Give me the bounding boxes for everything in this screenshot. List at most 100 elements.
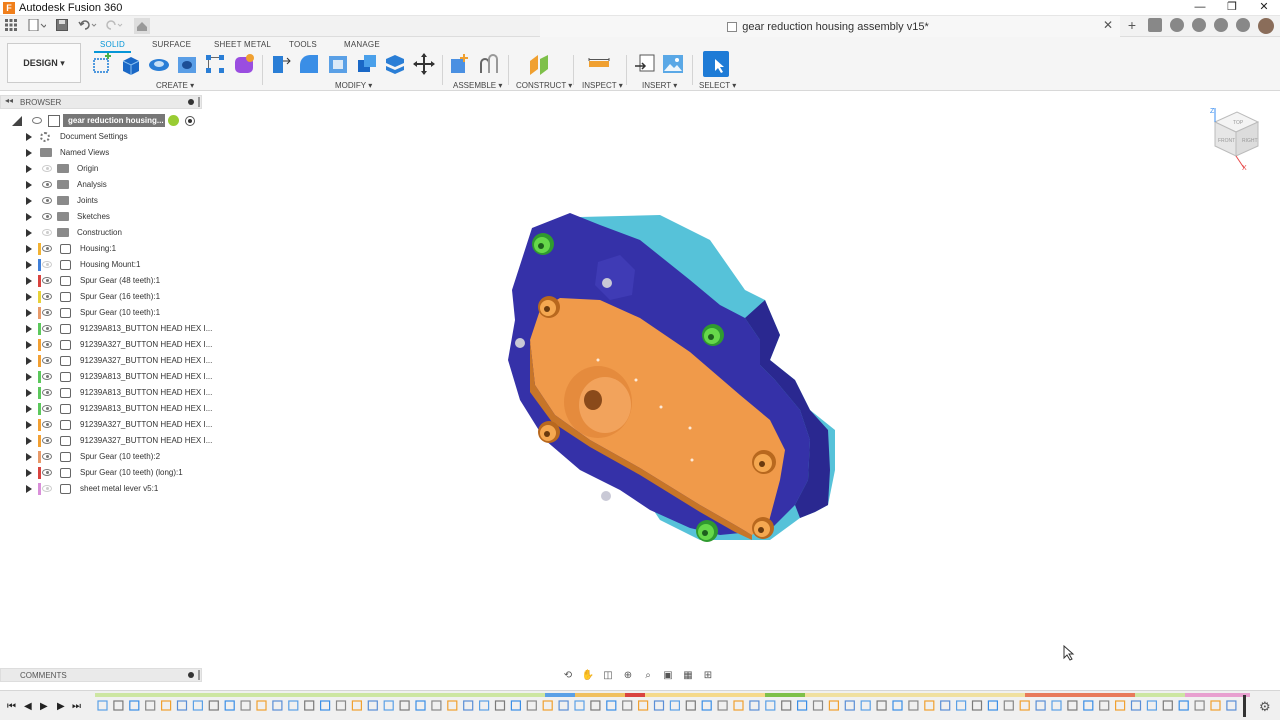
browser-tree-item[interactable]: Analysis <box>0 177 202 193</box>
expand-arrow-icon[interactable] <box>26 213 32 221</box>
timeline-feature-icon[interactable] <box>1099 700 1110 711</box>
browser-tree-item[interactable]: Spur Gear (10 teeth):2 <box>0 449 202 465</box>
measure-icon[interactable] <box>588 53 610 75</box>
visibility-eye-icon[interactable] <box>42 421 52 428</box>
timeline-feature-icon[interactable] <box>176 700 188 711</box>
timeline-feature-icon[interactable] <box>908 700 919 711</box>
browser-tree-item[interactable]: Spur Gear (48 teeth):1 <box>0 273 202 289</box>
browser-root-item[interactable]: gear reduction housing... <box>0 113 202 129</box>
expand-arrow-icon[interactable] <box>26 485 32 493</box>
expand-arrow-icon[interactable] <box>26 405 32 413</box>
browser-tree-item[interactable]: Joints <box>0 193 202 209</box>
visibility-eye-icon[interactable] <box>32 117 42 124</box>
timeline-feature-icon[interactable] <box>526 700 537 711</box>
browser-pin-icon[interactable] <box>188 99 194 105</box>
viewports-icon[interactable]: ⊞ <box>700 670 716 682</box>
split-body-icon[interactable] <box>384 53 406 75</box>
timeline-feature-icon[interactable] <box>351 700 362 711</box>
timeline-feature-icon[interactable] <box>1146 700 1158 711</box>
press-pull-icon[interactable] <box>270 53 292 75</box>
visibility-eye-icon[interactable] <box>42 277 52 284</box>
extrude-icon[interactable] <box>119 53 141 75</box>
create-sketch-icon[interactable] <box>91 53 113 75</box>
viewcube[interactable]: TOP FRONT RIGHT Z X <box>1200 104 1270 174</box>
close-tab-button[interactable]: ✕ <box>1103 18 1113 32</box>
timeline-feature-icon[interactable] <box>494 700 506 711</box>
visibility-eye-icon[interactable] <box>42 373 52 380</box>
expand-arrow-icon[interactable] <box>26 437 32 445</box>
timeline-feature-icon[interactable] <box>1210 700 1221 711</box>
timeline-feature-icon[interactable] <box>431 700 442 711</box>
browser-tree-item[interactable]: Document Settings <box>0 129 202 145</box>
timeline-feature-icon[interactable] <box>765 700 776 711</box>
browser-tree-item[interactable]: 91239A813_BUTTON HEAD HEX I... <box>0 321 212 337</box>
timeline-feature-icon[interactable] <box>987 700 999 711</box>
modify-group-label[interactable]: MODIFY ▾ <box>335 81 372 90</box>
browser-tree-item[interactable]: Named Views <box>0 145 202 161</box>
expand-arrow-icon[interactable] <box>26 229 32 237</box>
home-icon[interactable] <box>134 18 150 34</box>
timeline-feature-icon[interactable] <box>224 700 235 711</box>
expand-arrow-icon[interactable] <box>26 277 32 285</box>
inspect-group-label[interactable]: INSPECT ▾ <box>582 81 623 90</box>
screw-green-1[interactable] <box>532 233 554 255</box>
timeline-feature-icon[interactable] <box>828 700 840 711</box>
minimize-button[interactable]: — <box>1184 0 1216 16</box>
browser-tree-item[interactable]: Spur Gear (10 teeth) (long):1 <box>0 465 202 481</box>
timeline-play-button[interactable]: ▶ <box>40 701 48 712</box>
job-status-icon[interactable] <box>1170 18 1184 32</box>
visibility-eye-icon[interactable] <box>42 341 52 348</box>
browser-tree-item[interactable]: Housing:1 <box>0 241 202 257</box>
pattern-icon[interactable] <box>204 53 226 75</box>
timeline-feature-icon[interactable] <box>924 700 935 711</box>
timeline-feature-icon[interactable] <box>574 700 585 711</box>
restore-button[interactable]: ❐ <box>1216 0 1248 16</box>
browser-tree-item[interactable]: Spur Gear (16 teeth):1 <box>0 289 202 305</box>
visibility-eye-icon[interactable] <box>42 165 52 172</box>
workspace-switcher-button[interactable]: DESIGN ▾ <box>7 43 81 83</box>
timeline-feature-icon[interactable] <box>383 700 394 711</box>
timeline-feature-icon[interactable] <box>590 700 601 711</box>
shell-icon[interactable] <box>327 53 349 75</box>
root-component-label[interactable]: gear reduction housing... <box>63 114 165 127</box>
timeline-feature-icon[interactable] <box>940 700 951 711</box>
visibility-eye-icon[interactable] <box>42 469 52 476</box>
timeline-feature-icon[interactable] <box>733 700 744 711</box>
fillet-icon[interactable] <box>298 53 320 75</box>
tab-surface[interactable]: SURFACE <box>152 40 191 49</box>
revolve-icon[interactable] <box>148 53 170 75</box>
timeline-feature-icon[interactable] <box>1226 700 1237 711</box>
screw-orange-1[interactable] <box>538 296 560 318</box>
timeline-feature-icon[interactable] <box>320 700 331 711</box>
browser-tree-item[interactable]: 91239A813_BUTTON HEAD HEX I... <box>0 369 212 385</box>
tab-tools[interactable]: TOOLS <box>289 40 317 49</box>
move-icon[interactable] <box>413 53 435 75</box>
new-tab-plus-icon[interactable]: + <box>1124 18 1140 32</box>
expand-arrow-icon[interactable] <box>26 453 32 461</box>
timeline-feature-icon[interactable] <box>606 700 617 711</box>
comments-add-icon[interactable] <box>188 672 194 678</box>
insert-derive-icon[interactable] <box>634 53 656 75</box>
timeline-feature-icon[interactable] <box>192 700 204 711</box>
expand-arrow-icon[interactable] <box>26 325 32 333</box>
expand-arrow-icon[interactable] <box>26 149 32 157</box>
timeline-feature-icon[interactable] <box>447 700 458 711</box>
timeline-feature-icon[interactable] <box>1051 700 1062 711</box>
timeline-feature-icon[interactable] <box>955 700 967 711</box>
online-status-icon[interactable] <box>1192 18 1206 32</box>
timeline-marker[interactable] <box>1243 695 1246 717</box>
visibility-eye-icon[interactable] <box>42 453 52 460</box>
visibility-eye-icon[interactable] <box>42 485 52 492</box>
timeline-feature-icon[interactable] <box>1114 700 1126 711</box>
comments-panel-header[interactable]: COMMENTS <box>0 668 202 682</box>
timeline-settings-icon[interactable]: ⚙ <box>1259 699 1271 715</box>
collapse-browser-icon[interactable]: ◂◂ <box>5 96 13 105</box>
orbit-icon[interactable]: ⟲ <box>560 670 576 682</box>
fit-icon[interactable]: ⌕ <box>640 670 656 682</box>
visibility-eye-icon[interactable] <box>42 437 52 444</box>
timeline-feature-icon[interactable] <box>844 700 855 711</box>
timeline-feature-icon[interactable] <box>463 700 474 711</box>
expand-arrow-icon[interactable] <box>26 469 32 477</box>
timeline-feature-icon[interactable] <box>717 700 728 711</box>
tab-sheet-metal[interactable]: SHEET METAL <box>214 40 271 49</box>
